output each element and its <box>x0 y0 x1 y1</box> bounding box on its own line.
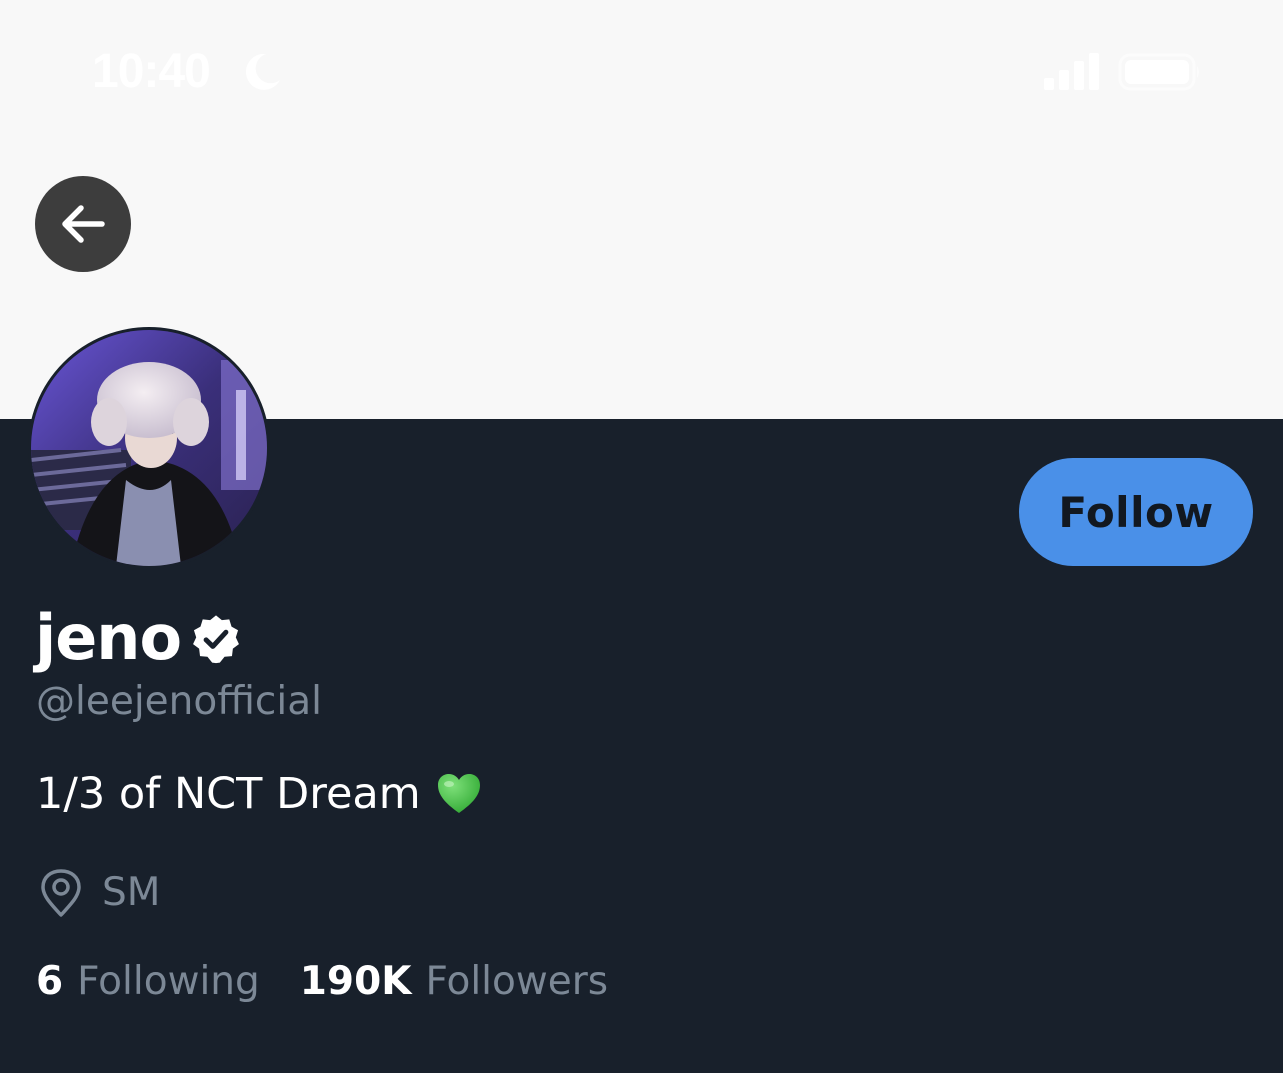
green-heart-icon <box>437 774 480 813</box>
followers-count: 190K <box>299 959 412 1004</box>
followers-label: Followers <box>425 959 609 1004</box>
signal-icon <box>1044 53 1099 90</box>
location-pin-icon <box>41 869 81 917</box>
arrow-left-icon <box>62 205 105 243</box>
display-name: jeno <box>35 601 182 674</box>
follow-button[interactable]: Follow <box>1019 458 1253 566</box>
moon-icon <box>245 53 280 90</box>
followers-stat[interactable]: 190K Followers <box>300 954 608 1010</box>
avatar[interactable] <box>28 327 270 569</box>
back-button[interactable] <box>35 176 131 272</box>
battery-icon <box>1118 53 1199 91</box>
following-stat[interactable]: 6 Following <box>36 954 260 1010</box>
location-row: SM <box>38 866 160 920</box>
following-count: 6 <box>36 959 64 1004</box>
avatar-image <box>31 330 267 566</box>
following-label: Following <box>77 959 260 1004</box>
stats-row: 6 Following 190K Followers <box>36 954 608 1010</box>
status-time: 10:40 <box>92 45 211 98</box>
bio: 1/3 of NCT Dream <box>36 766 483 822</box>
bio-text: 1/3 of NCT Dream <box>36 769 421 819</box>
verified-badge-icon <box>193 615 239 664</box>
location-text: SM <box>102 870 161 915</box>
user-handle: @leejenofficial <box>36 679 322 724</box>
profile-screen: 10:40 Follow jeno @leejenofficial 1/3 of… <box>0 0 1283 1073</box>
display-name-row: jeno <box>35 598 243 678</box>
